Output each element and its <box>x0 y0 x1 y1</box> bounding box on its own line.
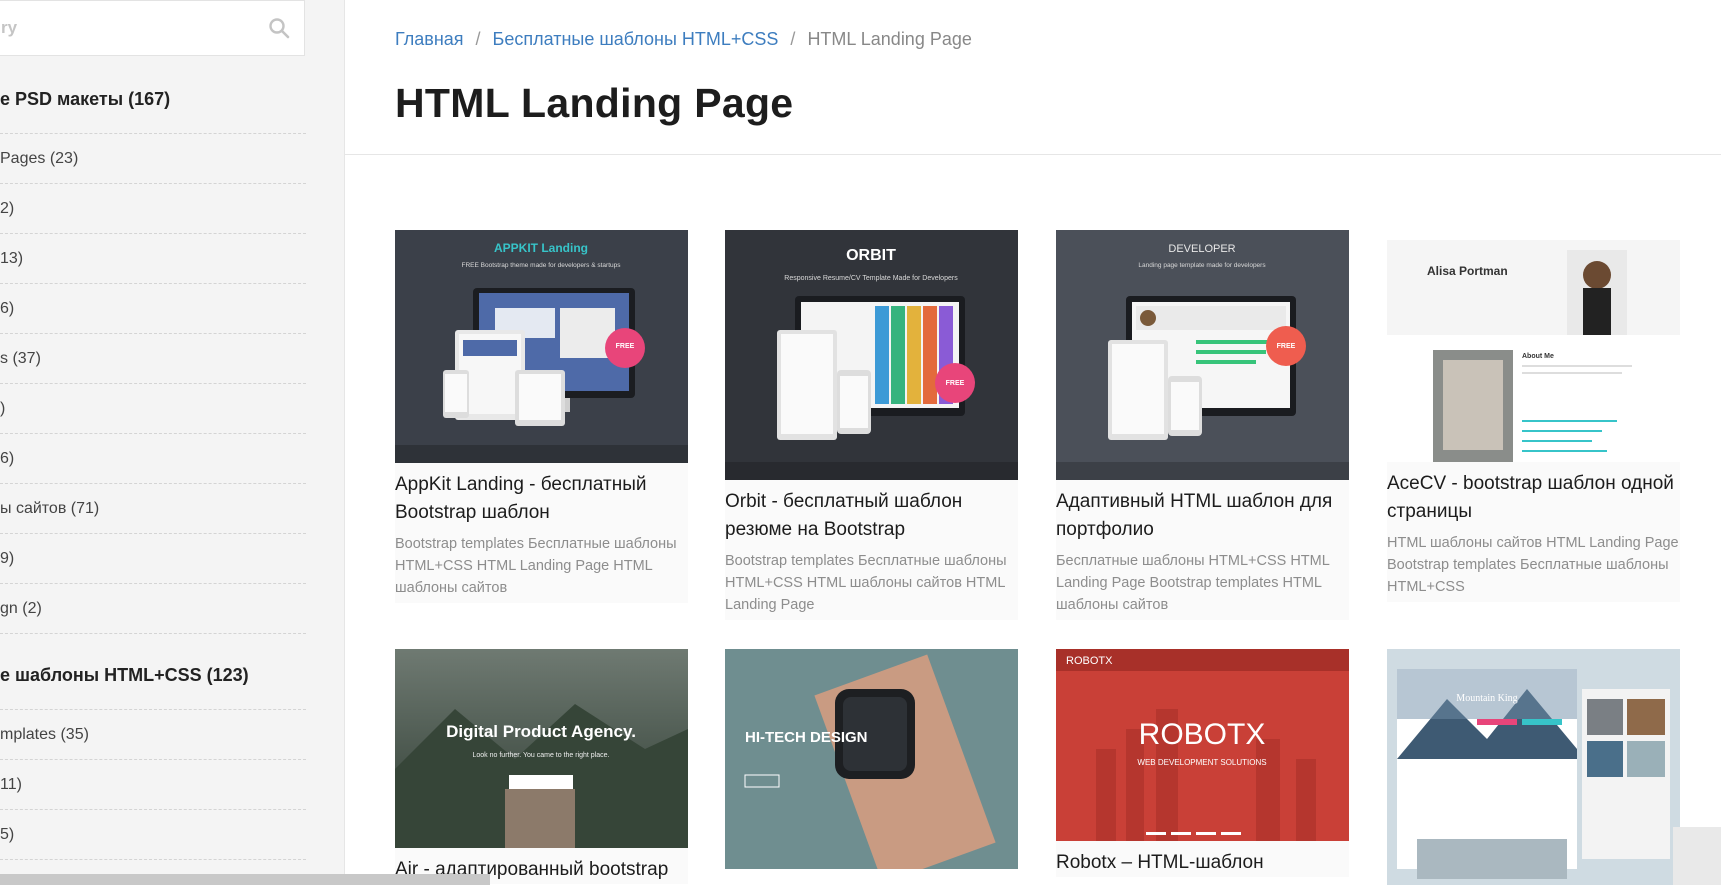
thumb-heading: Mountain King <box>1456 693 1517 704</box>
category-item[interactable]: s (37) <box>0 334 306 384</box>
category-heading-psd[interactable]: е PSD макеты (167) <box>0 74 306 134</box>
card-title[interactable]: Robotx – HTML-шаблон <box>1056 841 1349 877</box>
card-tags[interactable]: HTML шаблоны сайтов HTML Landing Page Bo… <box>1387 526 1680 602</box>
breadcrumb-separator: / <box>475 29 481 49</box>
template-card[interactable]: ROBOTX ROBOTX WEB DEVELOPMENT SOLUTIONS … <box>1056 649 1349 877</box>
air-preview-image: Digital Product Agency. Look no further.… <box>395 649 688 848</box>
appkit-preview-image: APPKIT Landing FREE Bootstrap theme made… <box>395 230 688 463</box>
thumb-subtitle: About Me <box>1522 353 1554 360</box>
thumb-heading: ROBOTX <box>1139 718 1266 751</box>
card-tags[interactable]: Bootstrap templates Бесплатные шаблоны H… <box>395 527 688 603</box>
thumb-logo: ROBOTX <box>1066 655 1113 667</box>
template-thumbnail[interactable]: Digital Product Agency. Look no further.… <box>395 649 688 848</box>
card-title[interactable]: AppKit Landing - бесплатный Bootstrap ша… <box>395 463 688 527</box>
template-thumbnail[interactable]: Mountain King <box>1387 649 1680 885</box>
template-card[interactable]: Alisa Portman About Me AceCV - bootstrap… <box>1387 230 1680 602</box>
scroll-to-top-button[interactable] <box>1673 827 1721 885</box>
search-icon[interactable] <box>268 17 290 39</box>
template-card[interactable]: Digital Product Agency. Look no further.… <box>395 649 688 884</box>
breadcrumb: Главная / Бесплатные шаблоны HTML+CSS / HTML… <box>395 29 972 50</box>
developer-preview-image: DEVELOPER Landing page template made for… <box>1056 230 1349 480</box>
category-item[interactable]: gn (2) <box>0 584 306 634</box>
category-item[interactable]: 13) <box>0 234 306 284</box>
breadcrumb-section-link[interactable]: Бесплатные шаблоны HTML+CSS <box>493 29 779 49</box>
thumb-subtitle: Responsive Resume/CV Template Made for D… <box>784 275 958 282</box>
template-card[interactable]: DEVELOPER Landing page template made for… <box>1056 230 1349 620</box>
template-card[interactable]: ORBIT Responsive Resume/CV Template Made… <box>725 230 1018 620</box>
template-thumbnail[interactable]: ROBOTX ROBOTX WEB DEVELOPMENT SOLUTIONS <box>1056 649 1349 841</box>
search-input[interactable] <box>0 1 251 55</box>
category-item[interactable]: 11) <box>0 760 306 810</box>
category-item[interactable]: ) <box>0 384 306 434</box>
template-card[interactable]: Mountain King <box>1387 649 1680 885</box>
template-thumbnail[interactable]: APPKIT Landing FREE Bootstrap theme made… <box>395 230 688 463</box>
thumb-heading: DEVELOPER <box>1168 243 1235 255</box>
category-item[interactable]: Pages (23) <box>0 134 306 184</box>
thumb-heading: Digital Product Agency. <box>446 722 636 741</box>
page-title: HTML Landing Page <box>395 80 794 126</box>
horizontal-scrollbar[interactable] <box>0 874 490 885</box>
template-thumbnail[interactable]: ORBIT Responsive Resume/CV Template Made… <box>725 230 1018 480</box>
free-badge: FREE <box>946 380 965 387</box>
thumb-subtitle: Look no further. You came to the right p… <box>473 752 610 759</box>
page-header: Главная / Бесплатные шаблоны HTML+CSS / HTML… <box>345 0 1721 155</box>
category-list: е PSD макеты (167) Pages (23) 2) 13) 6) … <box>0 74 306 860</box>
acecv-preview-image: Alisa Portman About Me <box>1387 230 1680 462</box>
orbit-preview-image: ORBIT Responsive Resume/CV Template Made… <box>725 230 1018 480</box>
category-item[interactable]: 2) <box>0 184 306 234</box>
robotx-preview-image: ROBOTX ROBOTX WEB DEVELOPMENT SOLUTIONS <box>1056 649 1349 841</box>
card-title[interactable]: AceCV - bootstrap шаблон одной страницы <box>1387 462 1680 526</box>
sidebar: е PSD макеты (167) Pages (23) 2) 13) 6) … <box>0 0 345 885</box>
category-item[interactable]: 6) <box>0 284 306 334</box>
template-thumbnail[interactable]: DEVELOPER Landing page template made for… <box>1056 230 1349 480</box>
card-tags[interactable]: Бесплатные шаблоны HTML+CSS HTML Landing… <box>1056 544 1349 620</box>
category-item[interactable]: 5) <box>0 810 306 860</box>
free-badge: FREE <box>1277 343 1296 350</box>
category-item[interactable]: ы сайтов (71) <box>0 484 306 534</box>
card-tags[interactable]: Bootstrap templates Бесплатные шаблоны H… <box>725 544 1018 620</box>
search-box <box>0 0 305 56</box>
breadcrumb-current: HTML Landing Page <box>807 29 972 49</box>
card-title[interactable]: Orbit - бесплатный шаблон резюме на Boot… <box>725 480 1018 544</box>
breadcrumb-separator: / <box>790 29 796 49</box>
thumb-heading: HI-TECH DESIGN <box>745 729 868 746</box>
category-heading-html[interactable]: е шаблоны HTML+CSS (123) <box>0 650 306 710</box>
breadcrumb-home-link[interactable]: Главная <box>395 29 464 49</box>
mountain-king-preview-image: Mountain King <box>1387 649 1680 885</box>
category-item[interactable]: 6) <box>0 434 306 484</box>
thumb-subtitle: WEB DEVELOPMENT SOLUTIONS <box>1137 758 1266 767</box>
template-thumbnail[interactable]: Alisa Portman About Me <box>1387 230 1680 462</box>
template-card[interactable]: HI-TECH DESIGN <box>725 649 1018 869</box>
category-item[interactable]: 9) <box>0 534 306 584</box>
free-badge: FREE <box>616 343 635 350</box>
thumb-heading: APPKIT Landing <box>494 241 588 255</box>
thumb-subtitle: Landing page template made for developer… <box>1138 262 1266 269</box>
thumb-subtitle: FREE Bootstrap theme made for developers… <box>462 262 622 269</box>
thumb-heading: Alisa Portman <box>1427 264 1508 278</box>
category-item[interactable]: mplates (35) <box>0 710 306 760</box>
thumb-heading: ORBIT <box>846 247 896 264</box>
template-card[interactable]: APPKIT Landing FREE Bootstrap theme made… <box>395 230 688 603</box>
template-thumbnail[interactable]: HI-TECH DESIGN <box>725 649 1018 869</box>
card-title[interactable]: Адаптивный HTML шаблон для портфолио <box>1056 480 1349 544</box>
main-content: Главная / Бесплатные шаблоны HTML+CSS / HTML… <box>345 0 1721 885</box>
alt-preview-image: HI-TECH DESIGN <box>725 649 1018 869</box>
